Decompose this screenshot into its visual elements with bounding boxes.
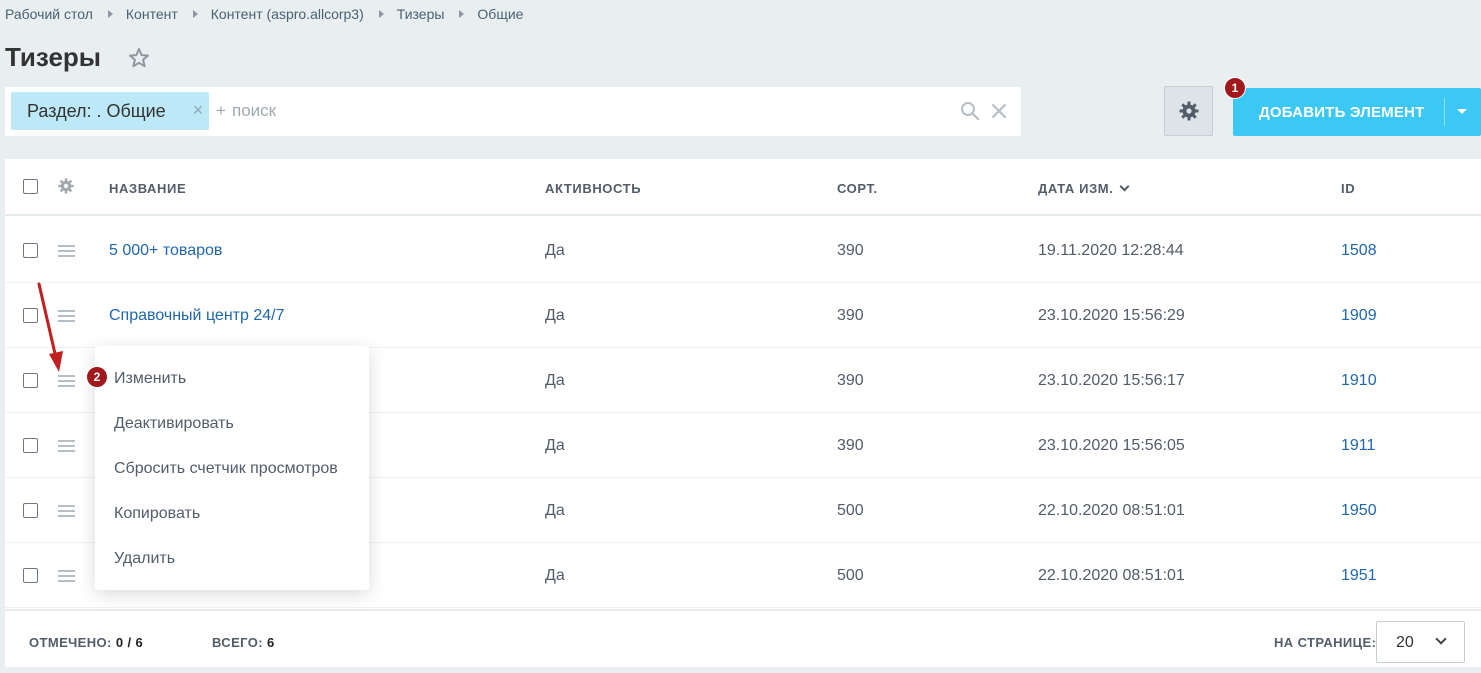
- menu-item-copy[interactable]: Копировать: [114, 505, 200, 523]
- row-active: Да: [545, 502, 565, 519]
- row-id-link[interactable]: 1909: [1341, 307, 1377, 325]
- sort-desc-icon: [1120, 181, 1130, 192]
- table-footer: ОТМЕЧЕНО: 0 / 6 ВСЕГО: 6 НА СТРАНИЦЕ: 20: [5, 609, 1481, 667]
- breadcrumb-separator-icon: [378, 10, 384, 18]
- row-checkbox[interactable]: [23, 373, 38, 388]
- row-active: Да: [545, 437, 565, 454]
- menu-icon[interactable]: [58, 375, 75, 387]
- selected-count-value: 0 / 6: [115, 635, 144, 650]
- menu-item-reset-views[interactable]: Сбросить счетчик просмотров: [114, 460, 338, 478]
- breadcrumb-item-teasers[interactable]: Тизеры: [397, 6, 445, 22]
- row-date: 23.10.2020 15:56:05: [1038, 437, 1185, 454]
- total-count-value: 6: [267, 635, 275, 650]
- row-checkbox[interactable]: [23, 243, 38, 258]
- row-sort: 390: [837, 437, 864, 454]
- filter-chip-label: Раздел: . Общие: [27, 100, 166, 121]
- total-count: ВСЕГО: 6: [212, 635, 275, 650]
- row-context-menu: Изменить Деактивировать Сбросить счетчик…: [95, 346, 369, 590]
- row-sort: 390: [837, 372, 864, 389]
- breadcrumb: Рабочий стол Контент Контент (aspro.allc…: [5, 5, 523, 23]
- breadcrumb-separator-icon: [107, 10, 113, 18]
- step-badge-1: 1: [1224, 77, 1246, 99]
- per-page-value: 20: [1396, 634, 1414, 651]
- row-sort: 390: [837, 242, 864, 259]
- row-sort: 390: [837, 307, 864, 324]
- row-id-link[interactable]: 1911: [1341, 437, 1375, 455]
- row-id-link[interactable]: 1950: [1341, 502, 1377, 520]
- row-date: 22.10.2020 08:51:01: [1038, 502, 1185, 519]
- menu-item-edit[interactable]: Изменить: [114, 370, 186, 388]
- select-all-checkbox[interactable]: [23, 179, 38, 194]
- breadcrumb-item-content-allcorp3[interactable]: Контент (aspro.allcorp3): [211, 6, 364, 22]
- row-date: 23.10.2020 15:56:17: [1038, 372, 1185, 389]
- column-header-active[interactable]: АКТИВНОСТЬ: [545, 181, 641, 196]
- step-badge-2: 2: [86, 366, 108, 388]
- page-title: Тизеры: [5, 42, 102, 72]
- per-page-label: НА СТРАНИЦЕ:: [1274, 635, 1377, 650]
- close-icon[interactable]: [990, 102, 1008, 120]
- chevron-down-icon[interactable]: [1457, 109, 1467, 114]
- row-active: Да: [545, 307, 565, 324]
- add-button-divider: [1444, 98, 1445, 126]
- selected-count: ОТМЕЧЕНО: 0 / 6: [29, 635, 143, 650]
- breadcrumb-item-desktop[interactable]: Рабочий стол: [5, 6, 93, 22]
- selected-count-label: ОТМЕЧЕНО:: [29, 635, 112, 650]
- menu-item-deactivate[interactable]: Деактивировать: [114, 415, 234, 433]
- breadcrumb-separator-icon: [192, 10, 198, 18]
- total-count-label: ВСЕГО:: [212, 635, 263, 650]
- column-header-id[interactable]: ID: [1341, 181, 1355, 196]
- annotation-arrow-icon: [37, 282, 63, 372]
- plus-icon: +: [216, 101, 226, 120]
- table-header: НАЗВАНИЕ АКТИВНОСТЬ СОРТ. ДАТА ИЗМ. ID: [5, 159, 1481, 216]
- row-active: Да: [545, 242, 565, 259]
- row-date: 23.10.2020 15:56:29: [1038, 307, 1185, 324]
- row-active: Да: [545, 372, 565, 389]
- breadcrumb-separator-icon: [459, 10, 465, 18]
- column-header-sort[interactable]: СОРТ.: [837, 181, 878, 196]
- column-header-date-label: ДАТА ИЗМ.: [1038, 181, 1114, 196]
- add-element-button[interactable]: ДОБАВИТЬ ЭЛЕМЕНТ: [1233, 88, 1481, 136]
- row-id-link[interactable]: 1951: [1341, 567, 1377, 585]
- row-name-link[interactable]: 5 000+ товаров: [109, 242, 222, 260]
- row-name-link[interactable]: Справочный центр 24/7: [109, 307, 284, 325]
- breadcrumb-item-content[interactable]: Контент: [126, 6, 178, 22]
- row-sort: 500: [837, 502, 864, 519]
- row-checkbox[interactable]: [23, 568, 38, 583]
- star-icon[interactable]: [127, 46, 151, 70]
- gear-icon[interactable]: [58, 178, 74, 194]
- row-id-link[interactable]: 1910: [1341, 372, 1377, 390]
- add-element-label: ДОБАВИТЬ ЭЛЕМЕНТ: [1259, 104, 1425, 121]
- menu-icon[interactable]: [58, 440, 75, 452]
- row-date: 19.11.2020 12:28:44: [1038, 242, 1184, 259]
- row-checkbox[interactable]: [23, 438, 38, 453]
- gear-icon: [1179, 101, 1198, 121]
- row-active: Да: [545, 567, 565, 584]
- row-date: 22.10.2020 08:51:01: [1038, 567, 1185, 584]
- search-icon[interactable]: [960, 101, 980, 121]
- search-input[interactable]: [232, 99, 832, 123]
- filter-bar: Раздел: . Общие × +: [5, 87, 1021, 136]
- breadcrumb-item-general[interactable]: Общие: [477, 6, 523, 22]
- column-header-date[interactable]: ДАТА ИЗМ.: [1038, 181, 1130, 196]
- chevron-down-icon: [1435, 633, 1447, 645]
- per-page-select[interactable]: 20: [1376, 621, 1465, 663]
- row-id-link[interactable]: 1508: [1341, 242, 1377, 260]
- menu-icon[interactable]: [58, 245, 75, 257]
- menu-icon[interactable]: [58, 570, 75, 582]
- menu-item-delete[interactable]: Удалить: [114, 550, 175, 568]
- table-row: Справочный центр 24/7 Да 390 23.10.2020 …: [5, 283, 1481, 348]
- menu-icon[interactable]: [58, 505, 75, 517]
- row-checkbox[interactable]: [23, 503, 38, 518]
- row-sort: 500: [837, 567, 864, 584]
- column-header-name[interactable]: НАЗВАНИЕ: [109, 181, 186, 196]
- settings-button[interactable]: [1164, 86, 1213, 136]
- table-row: 5 000+ товаров Да 390 19.11.2020 12:28:4…: [5, 218, 1481, 283]
- chip-close-icon[interactable]: ×: [189, 101, 207, 119]
- filter-chip-section[interactable]: Раздел: . Общие ×: [11, 92, 209, 130]
